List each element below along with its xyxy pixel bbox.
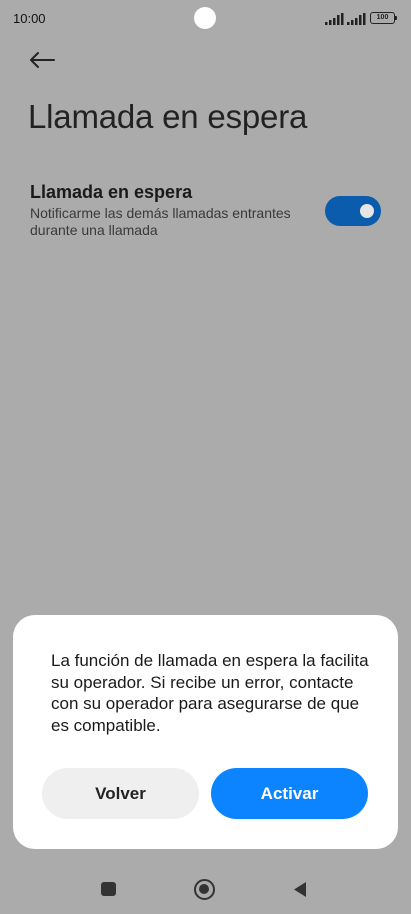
- toggle-knob: [360, 204, 374, 218]
- arrow-left-icon: [30, 52, 55, 68]
- battery-icon: 100: [370, 12, 397, 24]
- navigation-bar: [0, 860, 411, 914]
- signal-strength-icon: [325, 12, 345, 30]
- activate-button[interactable]: Activar: [211, 768, 368, 819]
- back-dialog-button[interactable]: Volver: [42, 768, 199, 819]
- home-circle-icon[interactable]: [194, 879, 215, 900]
- confirmation-dialog: La función de llamada en espera la facil…: [13, 615, 398, 849]
- call-waiting-toggle[interactable]: [325, 196, 381, 226]
- dialog-message: La función de llamada en espera la facil…: [51, 651, 369, 735]
- back-button[interactable]: [26, 46, 58, 74]
- status-time: 10:00: [13, 11, 46, 26]
- status-bar: 10:00 100: [0, 0, 411, 38]
- signal-strength-icon: [347, 12, 367, 30]
- front-camera-icon: [194, 7, 216, 29]
- setting-description: Notificarme las demás llamadas entrantes…: [30, 205, 291, 238]
- recents-square-icon[interactable]: [101, 882, 116, 896]
- back-triangle-icon[interactable]: [293, 881, 307, 903]
- page-title: Llamada en espera: [28, 98, 308, 135]
